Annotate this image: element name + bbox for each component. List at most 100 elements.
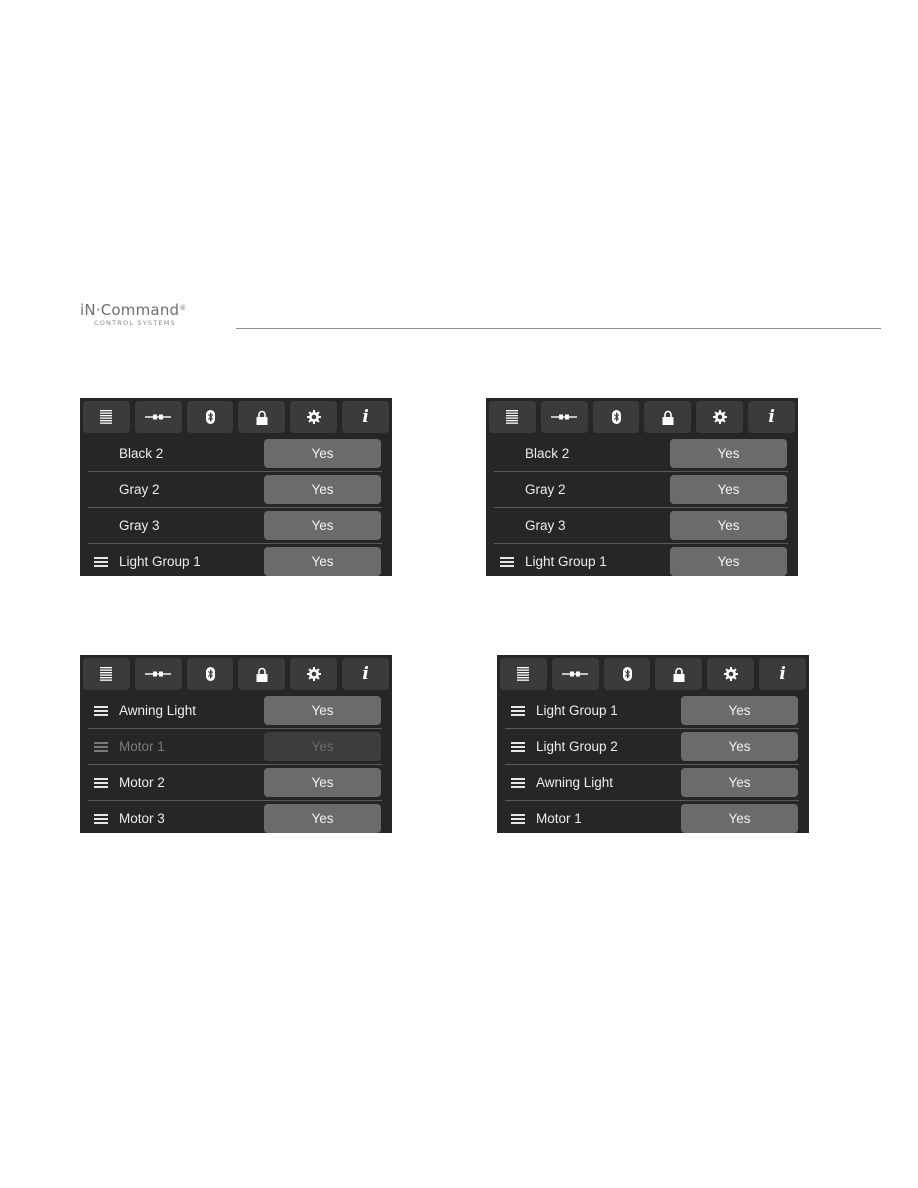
- list-item: Awning Light Yes: [88, 693, 382, 729]
- drag-handle-icon[interactable]: [94, 813, 108, 824]
- tab-bluetooth[interactable]: [592, 401, 640, 433]
- list-item: Gray 3 Yes: [494, 508, 788, 544]
- item-list: Awning Light Yes Motor 1 Yes Motor 2 Yes Motor…: [80, 693, 392, 833]
- handle-placeholder: [94, 485, 108, 495]
- yes-button: Yes: [264, 732, 381, 761]
- tab-info[interactable]: i: [342, 658, 389, 690]
- tab-settings[interactable]: [707, 658, 755, 690]
- yes-button[interactable]: Yes: [264, 547, 381, 576]
- screen-panel: i Awning Light Yes Motor 1 Yes Motor 2 Yes Mot…: [80, 655, 392, 833]
- connector-icon: [145, 414, 172, 420]
- screen-panel: i Black 2 Yes Gray 2 Yes Gray 3 Yes Light Grou…: [486, 398, 798, 576]
- yes-button[interactable]: Yes: [681, 768, 798, 797]
- list-item: Light Group 1 Yes: [494, 544, 788, 576]
- bluetooth-icon: [611, 410, 621, 424]
- yes-button[interactable]: Yes: [670, 511, 787, 540]
- tab-lock[interactable]: [644, 401, 692, 433]
- list-item: Light Group 1 Yes: [88, 544, 382, 576]
- screen-panel: i Light Group 1 Yes Light Group 2 Yes Awning…: [497, 655, 809, 833]
- handle-placeholder: [500, 449, 514, 459]
- tab-list[interactable]: [83, 401, 130, 433]
- header-divider: [236, 328, 881, 329]
- tab-info[interactable]: i: [342, 401, 389, 433]
- list-icon: [517, 667, 530, 681]
- tab-bluetooth[interactable]: [603, 658, 651, 690]
- brand-subtitle: CONTROL SYSTEMS: [94, 319, 176, 327]
- list-item: Motor 1 Yes: [505, 801, 799, 833]
- info-icon: i: [362, 664, 369, 684]
- brand-logo: iN·Command® CONTROL SYSTEMS: [80, 302, 230, 327]
- yes-button[interactable]: Yes: [681, 696, 798, 725]
- info-icon: i: [779, 664, 786, 684]
- yes-button[interactable]: Yes: [670, 547, 787, 576]
- list-item: Gray 2 Yes: [494, 472, 788, 508]
- yes-button[interactable]: Yes: [670, 475, 787, 504]
- tab-list[interactable]: [83, 658, 130, 690]
- list-item: Motor 3 Yes: [88, 801, 382, 833]
- brand-name: iN·Command®: [80, 301, 187, 319]
- drag-handle-icon[interactable]: [94, 556, 108, 567]
- connector-icon: [551, 414, 578, 420]
- connector-icon: [562, 671, 589, 677]
- tab-bar: i: [80, 398, 392, 434]
- drag-handle-icon[interactable]: [94, 705, 108, 716]
- screen-panel: i Black 2 Yes Gray 2 Yes Gray 3 Yes Light Grou…: [80, 398, 392, 576]
- drag-handle-icon[interactable]: [511, 705, 525, 716]
- list-item: Motor 1 Yes: [88, 729, 382, 765]
- drag-handle-icon[interactable]: [500, 556, 514, 567]
- list-item: Gray 3 Yes: [88, 508, 382, 544]
- yes-button[interactable]: Yes: [264, 439, 381, 468]
- tab-list[interactable]: [500, 658, 547, 690]
- drag-handle-icon[interactable]: [511, 777, 525, 788]
- info-icon: i: [768, 407, 775, 427]
- list-item: Motor 2 Yes: [88, 765, 382, 801]
- yes-button[interactable]: Yes: [264, 696, 381, 725]
- yes-button[interactable]: Yes: [681, 804, 798, 833]
- tab-settings[interactable]: [290, 658, 338, 690]
- tab-bar: i: [497, 655, 809, 691]
- list-icon: [100, 410, 113, 424]
- list-item: Light Group 2 Yes: [505, 729, 799, 765]
- tab-list[interactable]: [489, 401, 536, 433]
- tab-connections[interactable]: [551, 658, 599, 690]
- tab-info[interactable]: i: [759, 658, 806, 690]
- tab-connections[interactable]: [134, 658, 182, 690]
- list-item: Gray 2 Yes: [88, 472, 382, 508]
- gear-icon: [723, 667, 738, 681]
- list-item: Black 2 Yes: [88, 436, 382, 472]
- bluetooth-icon: [622, 667, 632, 681]
- handle-placeholder: [500, 521, 514, 531]
- bluetooth-icon: [205, 410, 215, 424]
- yes-button[interactable]: Yes: [264, 511, 381, 540]
- yes-button[interactable]: Yes: [681, 732, 798, 761]
- tab-lock[interactable]: [238, 401, 286, 433]
- lock-icon: [256, 667, 268, 682]
- info-icon: i: [362, 407, 369, 427]
- tab-bar: i: [486, 398, 798, 434]
- yes-button[interactable]: Yes: [264, 475, 381, 504]
- gear-icon: [306, 410, 321, 424]
- yes-button[interactable]: Yes: [264, 768, 381, 797]
- yes-button[interactable]: Yes: [264, 804, 381, 833]
- list-item: Light Group 1 Yes: [505, 693, 799, 729]
- drag-handle-icon[interactable]: [94, 777, 108, 788]
- tab-bar: i: [80, 655, 392, 691]
- tab-lock[interactable]: [238, 658, 286, 690]
- tab-lock[interactable]: [655, 658, 703, 690]
- yes-button[interactable]: Yes: [670, 439, 787, 468]
- drag-handle-icon[interactable]: [511, 813, 525, 824]
- handle-placeholder: [94, 449, 108, 459]
- tab-bluetooth[interactable]: [186, 401, 234, 433]
- drag-handle-icon[interactable]: [511, 741, 525, 752]
- tab-connections[interactable]: [540, 401, 588, 433]
- list-icon: [506, 410, 519, 424]
- tab-info[interactable]: i: [748, 401, 795, 433]
- tab-connections[interactable]: [134, 401, 182, 433]
- connector-icon: [145, 671, 172, 677]
- list-item: Black 2 Yes: [494, 436, 788, 472]
- tab-settings[interactable]: [696, 401, 744, 433]
- tab-settings[interactable]: [290, 401, 338, 433]
- list-item: Awning Light Yes: [505, 765, 799, 801]
- drag-handle-icon[interactable]: [94, 741, 108, 752]
- tab-bluetooth[interactable]: [186, 658, 234, 690]
